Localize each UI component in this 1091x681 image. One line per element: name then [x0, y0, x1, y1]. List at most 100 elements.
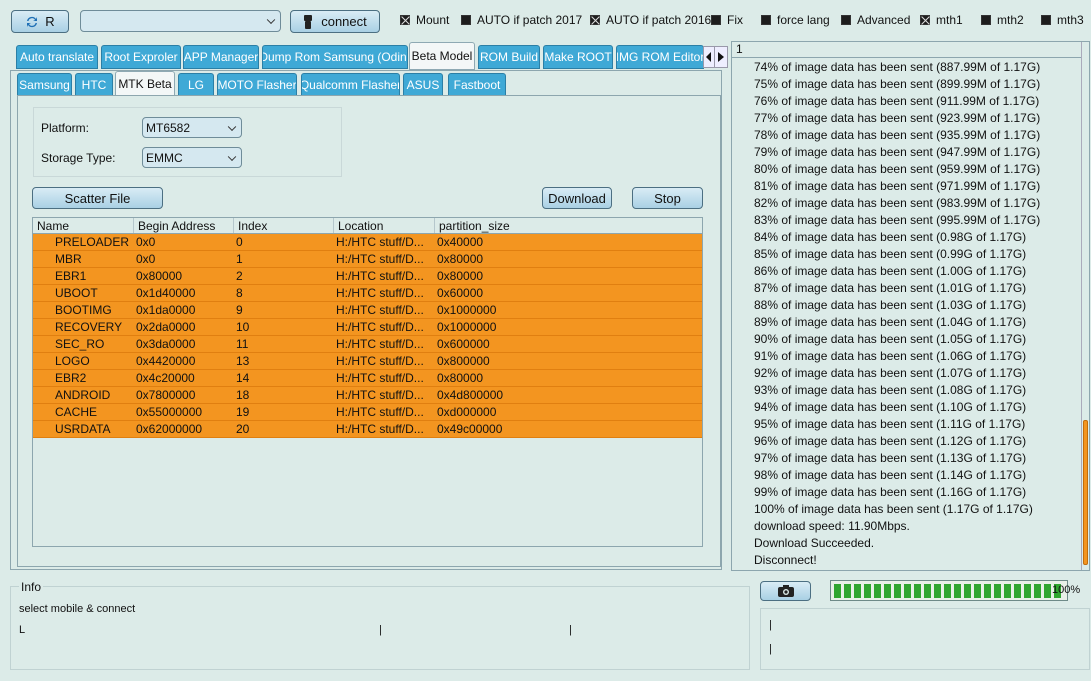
table-cell: 20 [236, 422, 250, 436]
log-line: 91% of image data has been sent (1.06G o… [754, 349, 1027, 363]
subtab-samsung[interactable]: Samsung [17, 73, 72, 97]
checkbox-mount[interactable]: Mount [400, 13, 449, 27]
table-cell: H:/HTC stuff/D... [336, 354, 424, 368]
checkbox-auto-if-patch-2016[interactable]: AUTO if patch 2016 [590, 13, 711, 27]
subtab-lg[interactable]: LG [178, 73, 214, 97]
table-cell: 0x2da0000 [136, 320, 196, 334]
checkbox-force-lang[interactable]: force lang [761, 13, 830, 27]
table-row[interactable]: EBR1 0x80000 2 H:/HTC stuff/D... 0x80000 [33, 268, 702, 285]
checkbox-fix[interactable]: Fix [711, 13, 743, 27]
table-row[interactable]: CACHE 0x55000000 19 H:/HTC stuff/D... 0xd000… [33, 404, 702, 421]
progress-segment [1004, 584, 1011, 598]
subtab-mtk-beta[interactable]: MTK Beta [115, 71, 175, 97]
table-row[interactable]: UBOOT 0x1d40000 8 H:/HTC stuff/D... 0x60000 [33, 285, 702, 302]
table-cell: 19 [236, 405, 250, 419]
info-message: select mobile & connect [19, 603, 136, 615]
log-line: 86% of image data has been sent (1.00G o… [754, 264, 1027, 278]
tab-rom-build[interactable]: ROM Build [478, 45, 540, 69]
info-status-mark-2: | [379, 624, 382, 636]
table-cell: 0x1d40000 [136, 286, 196, 300]
scatter-file-button[interactable]: Scatter File [32, 187, 163, 209]
screenshot-button[interactable] [760, 581, 811, 601]
table-row[interactable]: MBR 0x0 1 H:/HTC stuff/D... 0x80000 [33, 251, 702, 268]
tab-auto-translate[interactable]: Auto translate [16, 45, 98, 69]
checkbox-mth3[interactable]: mth3 [1041, 13, 1084, 27]
table-cell: 13 [236, 354, 250, 368]
table-cell: 0x62000000 [136, 422, 203, 436]
info-status-mark-3: | [569, 624, 572, 636]
table-row[interactable]: RECOVERY 0x2da0000 10 H:/HTC stuff/D... 0x10… [33, 319, 702, 336]
tab-root-exproler[interactable]: Root Exproler [101, 45, 181, 69]
refresh-button[interactable]: R [11, 10, 69, 33]
checkbox-box[interactable] [761, 15, 771, 25]
progress-segment [914, 584, 921, 598]
checkbox-box[interactable] [590, 15, 600, 25]
checkbox-box[interactable] [1041, 15, 1051, 25]
chevron-left-icon [706, 52, 711, 62]
refresh-icon [25, 15, 39, 29]
info-title: Info [19, 580, 44, 594]
checkbox-box[interactable] [711, 15, 721, 25]
chevron-down-icon [227, 122, 237, 131]
checkbox-box[interactable] [841, 15, 851, 25]
checkbox-label: force lang [777, 13, 830, 27]
platform-combo[interactable]: MT6582 [142, 117, 242, 138]
storage-combo[interactable]: EMMC [142, 147, 242, 168]
col-partition-size[interactable]: partition_size [435, 218, 700, 233]
col-name[interactable]: Name [33, 218, 134, 233]
tab-img-rom-editor[interactable]: IMG ROM Editor [616, 45, 704, 69]
log-line: 75% of image data has been sent (899.99M… [754, 77, 1041, 91]
col-begin-address[interactable]: Begin Address [134, 218, 234, 233]
table-row[interactable]: SEC_RO 0x3da0000 11 H:/HTC stuff/D... 0x6000… [33, 336, 702, 353]
progress-segment [854, 584, 861, 598]
subtab-qualcomm-flasher[interactable]: Qualcomm Flasher [301, 73, 400, 97]
device-combo[interactable] [80, 10, 281, 32]
progress-segment [1044, 584, 1051, 598]
table-cell: 8 [236, 286, 243, 300]
tab-scroll-right[interactable] [714, 46, 728, 68]
progress-segment [1034, 584, 1041, 598]
log-line: 79% of image data has been sent (947.99M… [754, 145, 1041, 159]
checkbox-box[interactable] [400, 15, 410, 25]
table-row[interactable]: PRELOADER 0x0 0 H:/HTC stuff/D... 0x40000 [33, 234, 702, 251]
stop-button[interactable]: Stop [632, 187, 703, 209]
col-index[interactable]: Index [234, 218, 334, 233]
table-cell: H:/HTC stuff/D... [336, 269, 424, 283]
log-line: 82% of image data has been sent (983.99M… [754, 196, 1041, 210]
log-scrollbar-thumb[interactable] [1083, 420, 1088, 565]
table-cell: 0x3da0000 [136, 337, 196, 351]
subtab-htc[interactable]: HTC [75, 73, 113, 97]
partition-table-header: Name Begin Address Index Location partit… [33, 218, 702, 234]
storage-label: Storage Type: [41, 151, 116, 165]
table-row[interactable]: USRDATA 0x62000000 20 H:/HTC stuff/D... 0x49… [33, 421, 702, 438]
table-row[interactable]: BOOTIMG 0x1da0000 9 H:/HTC stuff/D... 0x1000… [33, 302, 702, 319]
checkbox-advanced[interactable]: Advanced [841, 13, 910, 27]
table-row[interactable]: ANDROID 0x7800000 18 H:/HTC stuff/D... 0x4d8… [33, 387, 702, 404]
log-line: 81% of image data has been sent (971.99M… [754, 179, 1041, 193]
progress-segment [984, 584, 991, 598]
checkbox-auto-if-patch-2017[interactable]: AUTO if patch 2017 [461, 13, 582, 27]
checkbox-box[interactable] [461, 15, 471, 25]
subtab-moto-flasher[interactable]: MOTO Flasher [217, 73, 297, 97]
checkbox-mth2[interactable]: mth2 [981, 13, 1024, 27]
table-row[interactable]: EBR2 0x4c20000 14 H:/HTC stuff/D... 0x80000 [33, 370, 702, 387]
checkbox-box[interactable] [920, 15, 930, 25]
download-button[interactable]: Download [542, 187, 612, 209]
checkbox-box[interactable] [981, 15, 991, 25]
subtab-fastboot[interactable]: Fastboot [448, 73, 506, 97]
connect-button[interactable]: connect [290, 10, 380, 33]
tab-make-root[interactable]: Make ROOT [543, 45, 613, 69]
col-location[interactable]: Location [334, 218, 435, 233]
subtab-asus[interactable]: ASUS [403, 73, 443, 97]
tab-dump-rom-samsung-odin-[interactable]: Dump Rom Samsung (Odin) [262, 45, 408, 69]
table-cell: 9 [236, 303, 243, 317]
checkbox-mth1[interactable]: mth1 [920, 13, 963, 27]
progress-segment [934, 584, 941, 598]
log-line: 99% of image data has been sent (1.16G o… [754, 485, 1027, 499]
tab-app-manager[interactable]: APP Manager [183, 45, 259, 69]
log-scrollbar[interactable] [1081, 42, 1089, 570]
table-row[interactable]: LOGO 0x4420000 13 H:/HTC stuff/D... 0x800000 [33, 353, 702, 370]
table-cell: USRDATA [55, 422, 111, 436]
table-cell: 0x0 [136, 235, 156, 249]
tab-beta-model[interactable]: Beta Model [409, 42, 475, 70]
